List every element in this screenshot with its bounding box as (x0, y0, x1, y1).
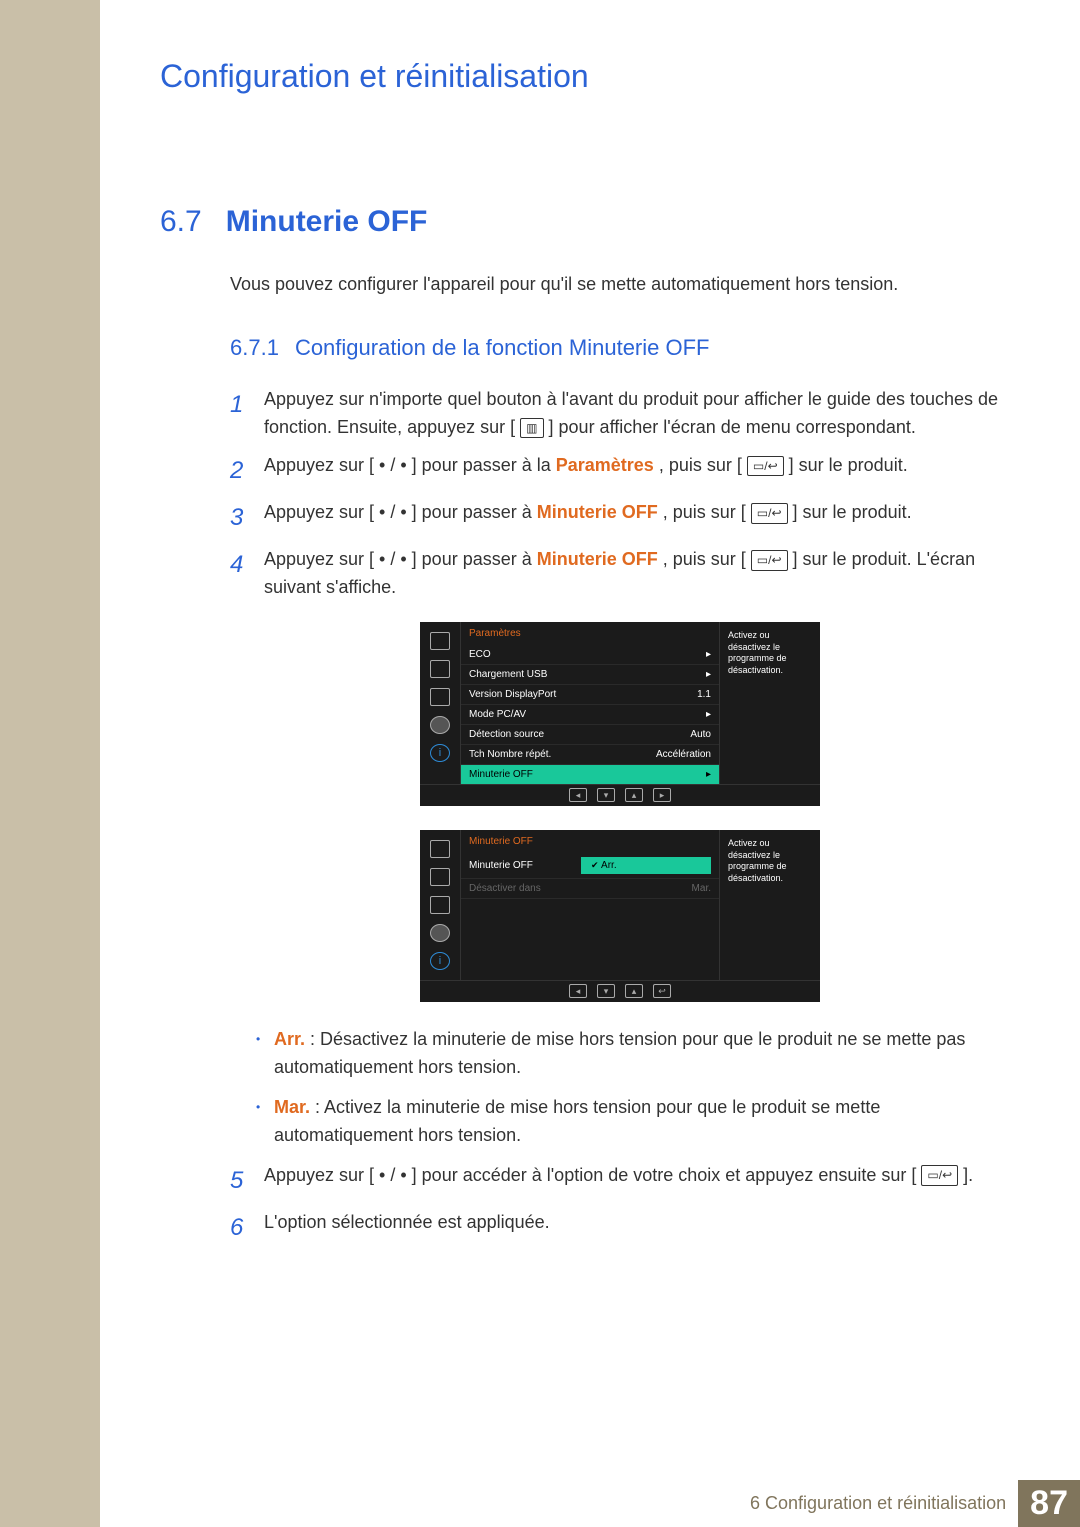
steps-list: 1 Appuyez sur n'importe quel bouton à l'… (230, 386, 1020, 602)
section-heading: 6.7 Minuterie OFF (160, 205, 1020, 239)
step-4: 4 Appuyez sur [ • / • ] pour passer à Mi… (230, 546, 1020, 602)
subsection-heading: 6.7.1 Configuration de la fonction Minut… (230, 335, 1020, 361)
step-text: ] pour afficher l'écran de menu correspo… (549, 417, 916, 437)
nav-left-icon[interactable]: ◂ (569, 788, 587, 802)
page-content: Configuration et réinitialisation 6.7 Mi… (100, 0, 1080, 1527)
step-text: , puis sur [ (663, 549, 746, 569)
step-text: L'option sélectionnée est appliquée. (264, 1209, 550, 1246)
osd-screenshots: i Paramètres ECO▸ Chargement USB▸ Versio… (420, 622, 1020, 1002)
osd-menu: Minuterie OFF Minuterie OFF Arr. Désacti… (460, 830, 720, 980)
step-number: 3 (230, 499, 248, 536)
nav-enter-icon[interactable]: ↩ (653, 984, 671, 998)
step-text: ]. (963, 1165, 973, 1185)
enter-icon: ▭/↩ (747, 456, 784, 477)
option-bullets: Arr. : Désactivez la minuterie de mise h… (256, 1026, 1020, 1150)
subsection-title: Configuration de la fonction Minuterie O… (295, 335, 710, 361)
osd-row[interactable]: Chargement USB▸ (461, 665, 719, 685)
osd-row-selected[interactable]: Minuterie OFF▸ (461, 765, 719, 784)
osd-side-icons: i (420, 830, 460, 980)
step-3: 3 Appuyez sur [ • / • ] pour passer à Mi… (230, 499, 1020, 536)
step-2: 2 Appuyez sur [ • / • ] pour passer à la… (230, 452, 1020, 489)
osd-minuterie-off: i Minuterie OFF Minuterie OFF Arr. Désac… (420, 830, 820, 1002)
osd-help-text: Activez ou désactivez le programme de dé… (720, 622, 820, 784)
gear-icon (430, 716, 450, 734)
section-number: 6.7 (160, 205, 202, 239)
nav-up-icon[interactable]: ▴ (625, 984, 643, 998)
step-number: 6 (230, 1209, 248, 1246)
subsection-number: 6.7.1 (230, 335, 279, 361)
nav-down-icon[interactable]: ▾ (597, 984, 615, 998)
osd-row[interactable]: Mode PC/AV▸ (461, 705, 719, 725)
nav-left-icon[interactable]: ◂ (569, 984, 587, 998)
footer-chapter: 6 Configuration et réinitialisation (750, 1493, 1018, 1514)
osd-row[interactable]: Détection sourceAuto (461, 725, 719, 745)
osd-menu: Paramètres ECO▸ Chargement USB▸ Version … (460, 622, 720, 784)
sidebar-strip (0, 0, 100, 1527)
move-icon (430, 868, 450, 886)
osd-side-icons: i (420, 622, 460, 784)
osd-row[interactable]: Tch Nombre répét.Accélération (461, 745, 719, 765)
osd-header: Paramètres (461, 622, 719, 645)
step-1: 1 Appuyez sur n'importe quel bouton à l'… (230, 386, 1020, 442)
osd-row[interactable]: Version DisplayPort1.1 (461, 685, 719, 705)
move-icon (430, 660, 450, 678)
step-text: Appuyez sur [ • / • ] pour passer à (264, 502, 537, 522)
nav-down-icon[interactable]: ▾ (597, 788, 615, 802)
footer-page-number: 87 (1018, 1480, 1080, 1527)
keyword: Arr. (274, 1029, 305, 1049)
osd-row[interactable]: Minuterie OFF Arr. (461, 853, 719, 879)
osd-row-disabled: Désactiver dansMar. (461, 879, 719, 899)
osd-nav-bar: ◂ ▾ ▴ ▸ (420, 784, 820, 806)
step-text: , puis sur [ (663, 502, 746, 522)
list-icon (430, 688, 450, 706)
osd-option-selected[interactable]: Arr. (581, 857, 711, 874)
step-text: ] sur le produit. (793, 502, 912, 522)
section-intro: Vous pouvez configurer l'appareil pour q… (230, 274, 1020, 295)
enter-icon: ▭/↩ (921, 1165, 958, 1186)
steps-list-cont: 5 Appuyez sur [ • / • ] pour accéder à l… (230, 1162, 1020, 1246)
chapter-title: Configuration et réinitialisation (160, 58, 1020, 95)
step-number: 4 (230, 546, 248, 602)
keyword: Minuterie OFF (537, 549, 658, 569)
osd-header: Minuterie OFF (461, 830, 719, 853)
section-title: Minuterie OFF (226, 205, 428, 239)
osd-nav-bar: ◂ ▾ ▴ ↩ (420, 980, 820, 1002)
bullet-arr: Arr. : Désactivez la minuterie de mise h… (256, 1026, 1020, 1082)
step-5: 5 Appuyez sur [ • / • ] pour accéder à l… (230, 1162, 1020, 1199)
bullet-text: : Désactivez la minuterie de mise hors t… (274, 1029, 965, 1077)
keyword: Minuterie OFF (537, 502, 658, 522)
step-number: 5 (230, 1162, 248, 1199)
enter-icon: ▭/↩ (751, 550, 788, 571)
step-number: 1 (230, 386, 248, 442)
osd-help-text: Activez ou désactivez le programme de dé… (720, 830, 820, 980)
bullet-text: : Activez la minuterie de mise hors tens… (274, 1097, 880, 1145)
osd-parametres: i Paramètres ECO▸ Chargement USB▸ Versio… (420, 622, 820, 806)
info-icon: i (430, 952, 450, 970)
page-footer: 6 Configuration et réinitialisation 87 (750, 1480, 1080, 1527)
gear-icon (430, 924, 450, 942)
list-icon (430, 896, 450, 914)
keyword: Paramètres (556, 455, 654, 475)
keyword: Mar. (274, 1097, 310, 1117)
nav-up-icon[interactable]: ▴ (625, 788, 643, 802)
enter-icon: ▭/↩ (751, 503, 788, 524)
step-text: Appuyez sur [ • / • ] pour passer à la (264, 455, 556, 475)
step-text: Appuyez sur [ • / • ] pour accéder à l'o… (264, 1165, 916, 1185)
step-6: 6 L'option sélectionnée est appliquée. (230, 1209, 1020, 1246)
display-icon (430, 632, 450, 650)
step-number: 2 (230, 452, 248, 489)
info-icon: i (430, 744, 450, 762)
bullet-mar: Mar. : Activez la minuterie de mise hors… (256, 1094, 1020, 1150)
display-icon (430, 840, 450, 858)
step-text: ] sur le produit. (789, 455, 908, 475)
step-text: Appuyez sur [ • / • ] pour passer à (264, 549, 537, 569)
nav-right-icon[interactable]: ▸ (653, 788, 671, 802)
step-text: , puis sur [ (659, 455, 742, 475)
osd-row[interactable]: ECO▸ (461, 645, 719, 665)
menu-icon: ▥ (520, 418, 543, 439)
